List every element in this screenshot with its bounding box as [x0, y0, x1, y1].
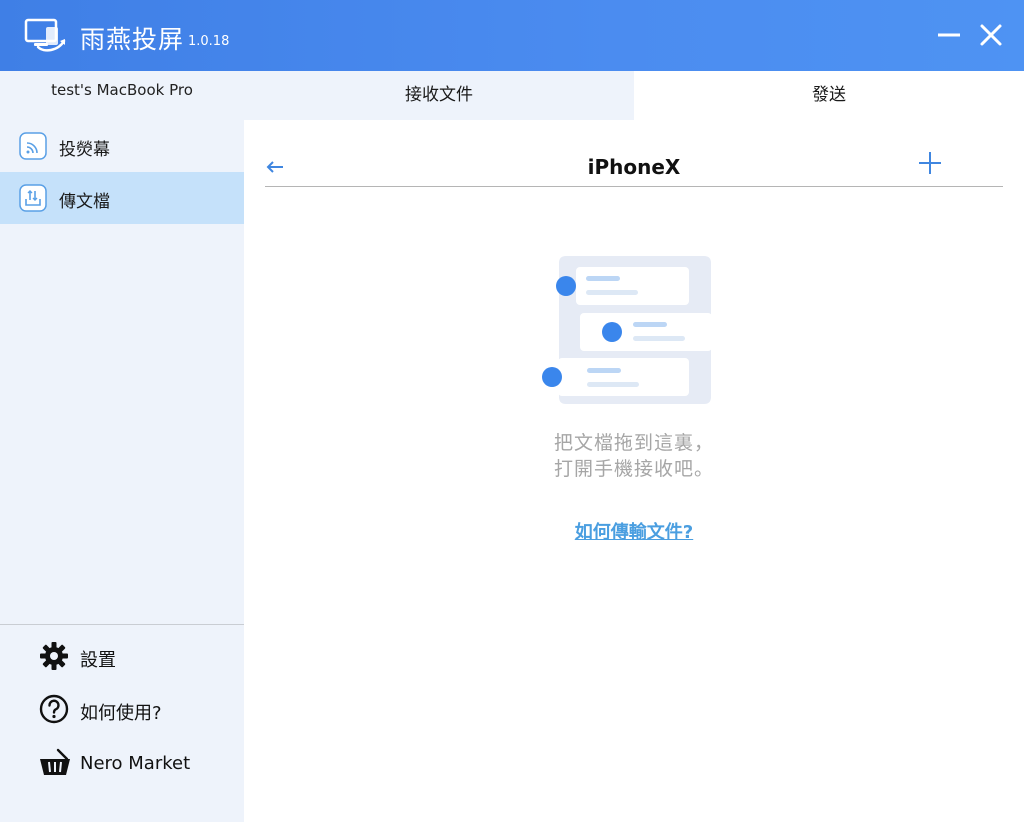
app-window: 雨燕投屏 1.0.18 test's MacBook Pro 投熒幕 傳文檔 設…	[0, 0, 1024, 822]
tab-receive-files[interactable]: 接收文件	[244, 71, 634, 120]
settings-button[interactable]: 設置	[38, 640, 238, 674]
cast-icon	[19, 132, 47, 160]
sidebar-divider	[0, 624, 244, 625]
app-version: 1.0.18	[188, 34, 230, 49]
app-title: 雨燕投屏	[80, 25, 185, 54]
settings-label: 設置	[80, 650, 116, 671]
tab-send[interactable]: 發送	[634, 71, 1024, 120]
nero-market-button[interactable]: Nero Market	[38, 747, 238, 781]
nero-market-label: Nero Market	[80, 753, 191, 774]
sidebar: test's MacBook Pro 投熒幕 傳文檔 設置 如何使用? Nero…	[0, 71, 244, 822]
help-button[interactable]: 如何使用?	[38, 693, 238, 727]
minimize-button[interactable]	[934, 20, 964, 50]
how-to-transfer-link[interactable]: 如何傳輸文件?	[534, 518, 734, 544]
app-logo-icon	[24, 17, 70, 53]
title-bar: 雨燕投屏 1.0.18	[0, 0, 1024, 71]
file-transfer-icon	[19, 184, 47, 212]
plus-icon	[919, 152, 941, 174]
minus-icon	[938, 33, 960, 37]
sidebar-item-cast[interactable]: 投熒幕	[0, 120, 244, 172]
header-divider	[265, 186, 1003, 187]
gear-icon	[38, 640, 70, 672]
close-button[interactable]	[976, 20, 1006, 50]
sidebar-item-label: 投熒幕	[59, 140, 110, 160]
question-circle-icon	[38, 693, 70, 725]
basket-icon	[38, 747, 70, 779]
local-device-name: test's MacBook Pro	[51, 81, 193, 99]
add-device-button[interactable]	[917, 150, 943, 176]
drop-hint-line-1: 把文檔拖到這裏，	[553, 432, 714, 454]
sidebar-item-file-transfer[interactable]: 傳文檔	[0, 172, 244, 224]
help-label: 如何使用?	[80, 703, 162, 724]
target-device-title: iPhoneX	[587, 155, 681, 179]
close-icon	[980, 24, 1002, 46]
drop-hint-line-2: 打開手機接收吧。	[553, 458, 714, 480]
empty-state-illustration	[538, 254, 714, 406]
sidebar-item-label: 傳文檔	[59, 192, 110, 212]
arrow-left-icon	[266, 161, 283, 173]
back-button[interactable]	[264, 156, 286, 178]
